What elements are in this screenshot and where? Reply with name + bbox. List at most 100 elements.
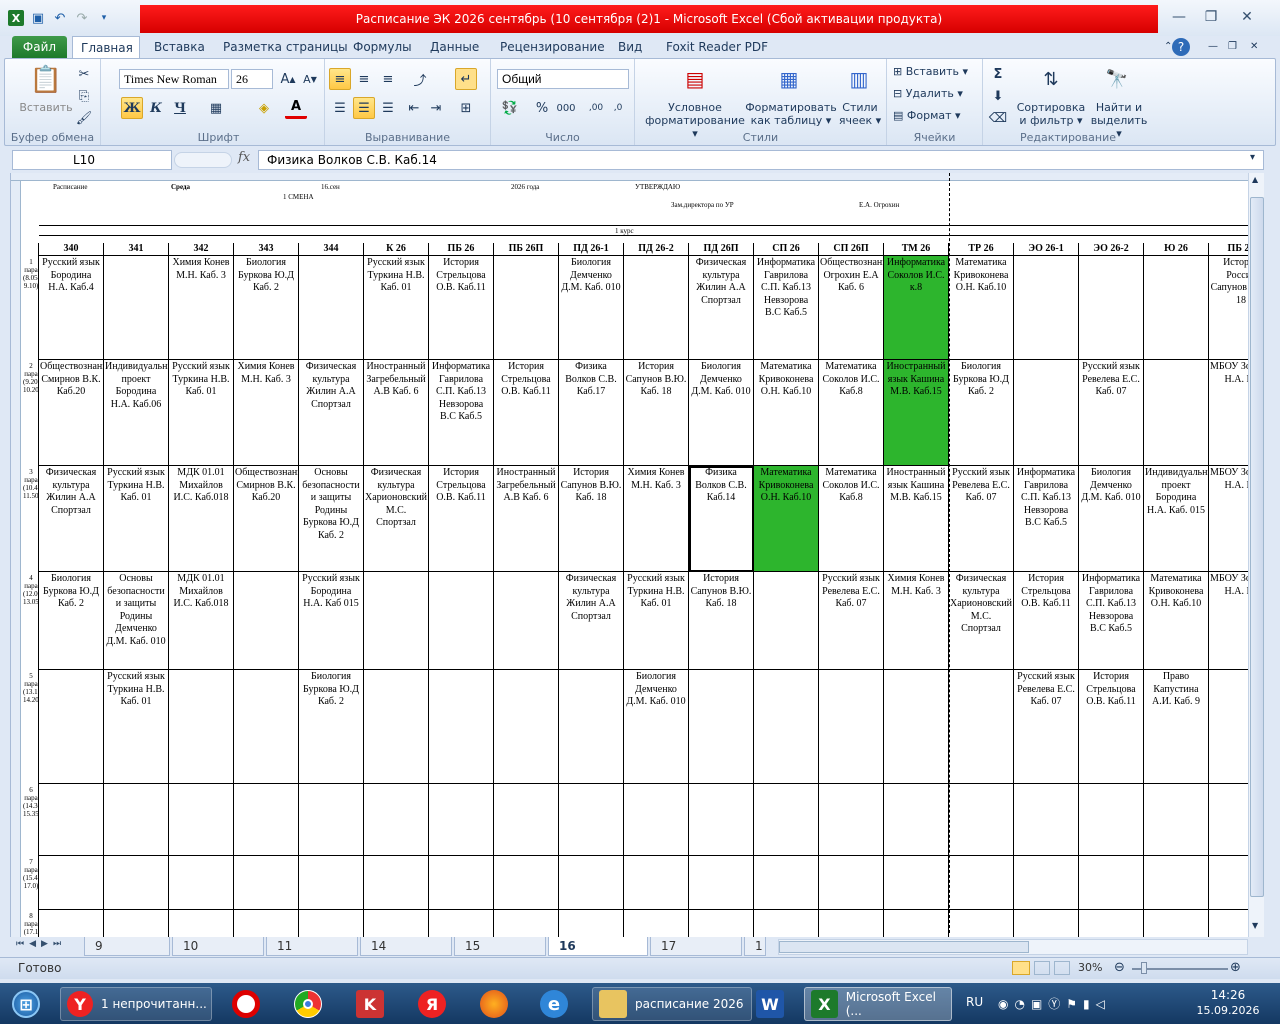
- schedule-cell[interactable]: [39, 856, 104, 910]
- clock-time[interactable]: 14:26: [1200, 988, 1256, 1002]
- schedule-cell[interactable]: [494, 256, 559, 360]
- column-header-15[interactable]: ЭО 26-1: [1014, 243, 1079, 256]
- schedule-cell[interactable]: МБОУ Зобнин Н.А. Ка: [1209, 466, 1248, 572]
- schedule-cell[interactable]: Русский язык Туркина Н.В. Каб. 01: [624, 572, 689, 670]
- schedule-cell[interactable]: [949, 670, 1014, 784]
- schedule-cell[interactable]: МБОУ Зобнин Н.А. Ка: [1209, 572, 1248, 670]
- schedule-cell[interactable]: [949, 856, 1014, 910]
- column-header-11[interactable]: СП 26: [754, 243, 819, 256]
- schedule-cell[interactable]: [689, 784, 754, 856]
- language-indicator[interactable]: RU: [966, 995, 983, 1009]
- schedule-cell[interactable]: Физическая культура Жилин А.А Спортзал: [39, 466, 104, 572]
- column-header-5[interactable]: К 26: [364, 243, 429, 256]
- thousands-icon[interactable]: 000: [555, 97, 577, 119]
- worksheet[interactable]: Расписание Среда 16.сен 2026 года УТВЕРЖ…: [10, 173, 1248, 937]
- tab-view[interactable]: Вид: [610, 36, 650, 58]
- schedule-cell[interactable]: [364, 910, 429, 937]
- schedule-cell[interactable]: [234, 572, 299, 670]
- format-table-icon[interactable]: ▦: [773, 63, 805, 95]
- schedule-cell[interactable]: [624, 856, 689, 910]
- schedule-cell[interactable]: Биология Буркова Ю.Д Каб. 2: [39, 572, 104, 670]
- column-header-18[interactable]: ПБ 25: [1209, 243, 1248, 256]
- sheet-nav-icons[interactable]: ⏮◀▶⏭: [16, 939, 66, 949]
- schedule-cell[interactable]: Биология Демченко Д.М. Каб. 010: [1079, 466, 1144, 572]
- schedule-cell[interactable]: История Стрельцова О.В. Каб.11: [429, 256, 494, 360]
- schedule-cell[interactable]: Основы безопасности и защиты Родины Демч…: [104, 572, 169, 670]
- tab-file[interactable]: Файл: [12, 36, 67, 58]
- schedule-cell[interactable]: [1144, 856, 1209, 910]
- schedule-cell[interactable]: Физическая культура Жилин А.А Спортзал: [299, 360, 364, 466]
- insert-function-icon[interactable]: fx: [238, 150, 250, 165]
- schedule-cell[interactable]: Математика Соколов И.С. Каб.8: [819, 360, 884, 466]
- schedule-cell[interactable]: Информатика Гаврилова С.П. Каб.13 Невзор…: [1079, 572, 1144, 670]
- tab-foxit[interactable]: Foxit Reader PDF: [658, 36, 776, 58]
- schedule-cell[interactable]: МДК 01.01 Михайлов И.С. Каб.018: [169, 466, 234, 572]
- schedule-cell[interactable]: Обществознание Смирнов В.К. Каб.20: [39, 360, 104, 466]
- schedule-cell[interactable]: Физика Волков С.В. Каб.17: [559, 360, 624, 466]
- tab-page-layout[interactable]: Разметка страницы: [215, 36, 356, 58]
- schedule-cell[interactable]: Русский язык Ревелева Е.С. Каб. 07: [1079, 360, 1144, 466]
- schedule-cell[interactable]: [754, 670, 819, 784]
- align-right-icon[interactable]: ☰: [377, 97, 399, 119]
- column-header-3[interactable]: 343: [234, 243, 299, 256]
- align-bottom-icon[interactable]: ≡: [377, 68, 399, 90]
- taskbar-opera[interactable]: [224, 987, 268, 1021]
- schedule-cell[interactable]: [494, 856, 559, 910]
- schedule-cell[interactable]: [429, 670, 494, 784]
- schedule-cell[interactable]: Математика Кривоконева О.Н. Каб.10: [1144, 572, 1209, 670]
- schedule-cell[interactable]: Биология Буркова Ю.Д Каб. 2: [299, 670, 364, 784]
- schedule-cell[interactable]: [559, 856, 624, 910]
- sheet-tab-1[interactable]: 10 сентября: [172, 937, 264, 971]
- schedule-cell[interactable]: Физическая культура Харионовский М.С. Сп…: [949, 572, 1014, 670]
- schedule-cell[interactable]: История Стрельцова О.В. Каб.11: [429, 466, 494, 572]
- orientation-icon[interactable]: ⤴: [409, 68, 431, 90]
- schedule-cell[interactable]: Математика Соколов И.С. Каб.8: [819, 466, 884, 572]
- column-header-9[interactable]: ПД 26-2: [624, 243, 689, 256]
- schedule-cell[interactable]: [624, 784, 689, 856]
- taskbar-excel[interactable]: X Microsoft Excel (...: [804, 987, 952, 1021]
- redo-icon[interactable]: ↷: [74, 10, 90, 26]
- autosum-icon[interactable]: Σ: [987, 63, 1009, 85]
- taskbar-folder[interactable]: расписание 2026: [592, 987, 752, 1021]
- sheet-tab-2[interactable]: 11 сентября: [266, 937, 358, 971]
- schedule-cell[interactable]: [1014, 360, 1079, 466]
- schedule-cell[interactable]: [559, 784, 624, 856]
- schedule-cell[interactable]: [494, 784, 559, 856]
- schedule-cell[interactable]: [299, 256, 364, 360]
- excel-logo-icon[interactable]: X: [8, 10, 24, 26]
- taskbar-ie[interactable]: e: [532, 987, 576, 1021]
- schedule-cell[interactable]: [624, 256, 689, 360]
- schedule-cell[interactable]: [754, 572, 819, 670]
- schedule-cell[interactable]: Иностранный Загребельный А.В Каб. 6: [364, 360, 429, 466]
- copy-icon[interactable]: ⎘: [73, 85, 95, 107]
- schedule-cell[interactable]: [819, 856, 884, 910]
- scroll-up-icon[interactable]: ▲: [1252, 175, 1258, 184]
- clock-date[interactable]: 15.09.2026: [1196, 1004, 1260, 1017]
- schedule-cell[interactable]: [754, 856, 819, 910]
- cell-styles-icon[interactable]: ▥: [843, 63, 875, 95]
- format-cells-button[interactable]: ▤ Формат ▾: [893, 109, 979, 122]
- schedule-cell[interactable]: Химия Конев М.Н. Каб. 3: [234, 360, 299, 466]
- vertical-scrollbar[interactable]: ▲ ▼: [1248, 173, 1264, 937]
- schedule-cell[interactable]: Иностранный Загребельный А.В Каб. 6: [494, 466, 559, 572]
- schedule-cell[interactable]: Химия Конев М.Н. Каб. 3: [169, 256, 234, 360]
- help-icon[interactable]: ?: [1172, 38, 1190, 56]
- column-header-8[interactable]: ПД 26-1: [559, 243, 624, 256]
- align-top-icon[interactable]: ≡: [329, 68, 351, 90]
- sheet-tab-4[interactable]: 15 сентября: [454, 937, 546, 971]
- insert-cells-button[interactable]: ⊞ Вставить ▾: [893, 65, 979, 78]
- schedule-cell[interactable]: [1014, 856, 1079, 910]
- column-header-12[interactable]: СП 26П: [819, 243, 884, 256]
- cut-icon[interactable]: ✂: [73, 63, 95, 85]
- fill-color-icon[interactable]: ◈: [253, 97, 275, 119]
- schedule-cell[interactable]: МБОУ Зобнин Н.А. Ка: [1209, 360, 1248, 466]
- schedule-cell[interactable]: [494, 910, 559, 937]
- schedule-cell[interactable]: [1144, 256, 1209, 360]
- schedule-cell[interactable]: [234, 910, 299, 937]
- align-center-icon[interactable]: ☰: [353, 97, 375, 119]
- font-name-select[interactable]: Times New Roman: [119, 69, 229, 89]
- schedule-cell[interactable]: [299, 856, 364, 910]
- taskbar-yandex[interactable]: Я: [410, 987, 454, 1021]
- schedule-cell[interactable]: [884, 910, 949, 937]
- taskbar-yandex-mail[interactable]: Y 1 непрочитанн...: [60, 987, 212, 1021]
